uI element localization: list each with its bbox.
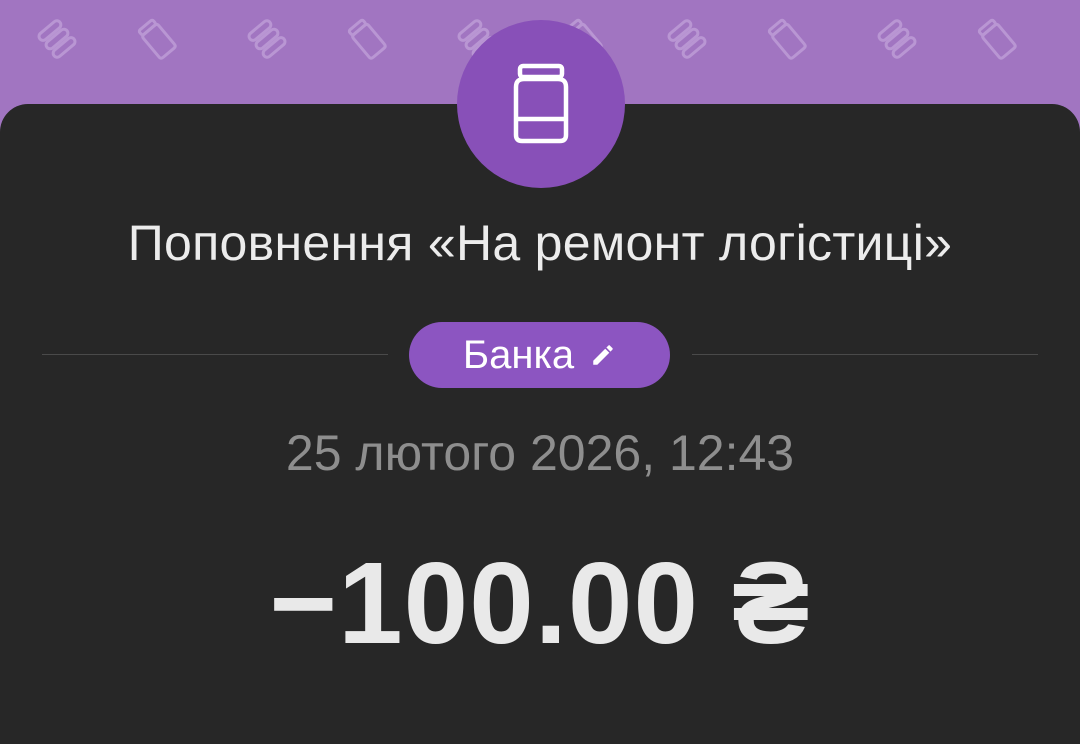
transaction-title: Поповнення «На ремонт логістиці» xyxy=(127,215,953,271)
jar-icon xyxy=(513,63,569,144)
jar-icon xyxy=(767,18,807,60)
divider-left xyxy=(42,354,388,355)
pencil-icon xyxy=(593,345,613,365)
coins-icon xyxy=(877,19,917,59)
category-chip[interactable]: Банка xyxy=(409,322,670,388)
jar-icon xyxy=(977,18,1017,60)
coins-icon xyxy=(667,19,707,59)
jar-avatar[interactable] xyxy=(457,20,625,188)
transaction-datetime: 25 лютого 2026, 12:43 xyxy=(285,425,795,481)
jar-icon xyxy=(137,18,177,60)
divider-right xyxy=(692,354,1038,355)
coins-icon xyxy=(37,19,77,59)
jar-icon xyxy=(347,18,387,60)
category-chip-label: Банка xyxy=(462,332,575,377)
transaction-amount: −100.00 ₴ xyxy=(269,538,811,668)
coins-icon xyxy=(247,19,287,59)
